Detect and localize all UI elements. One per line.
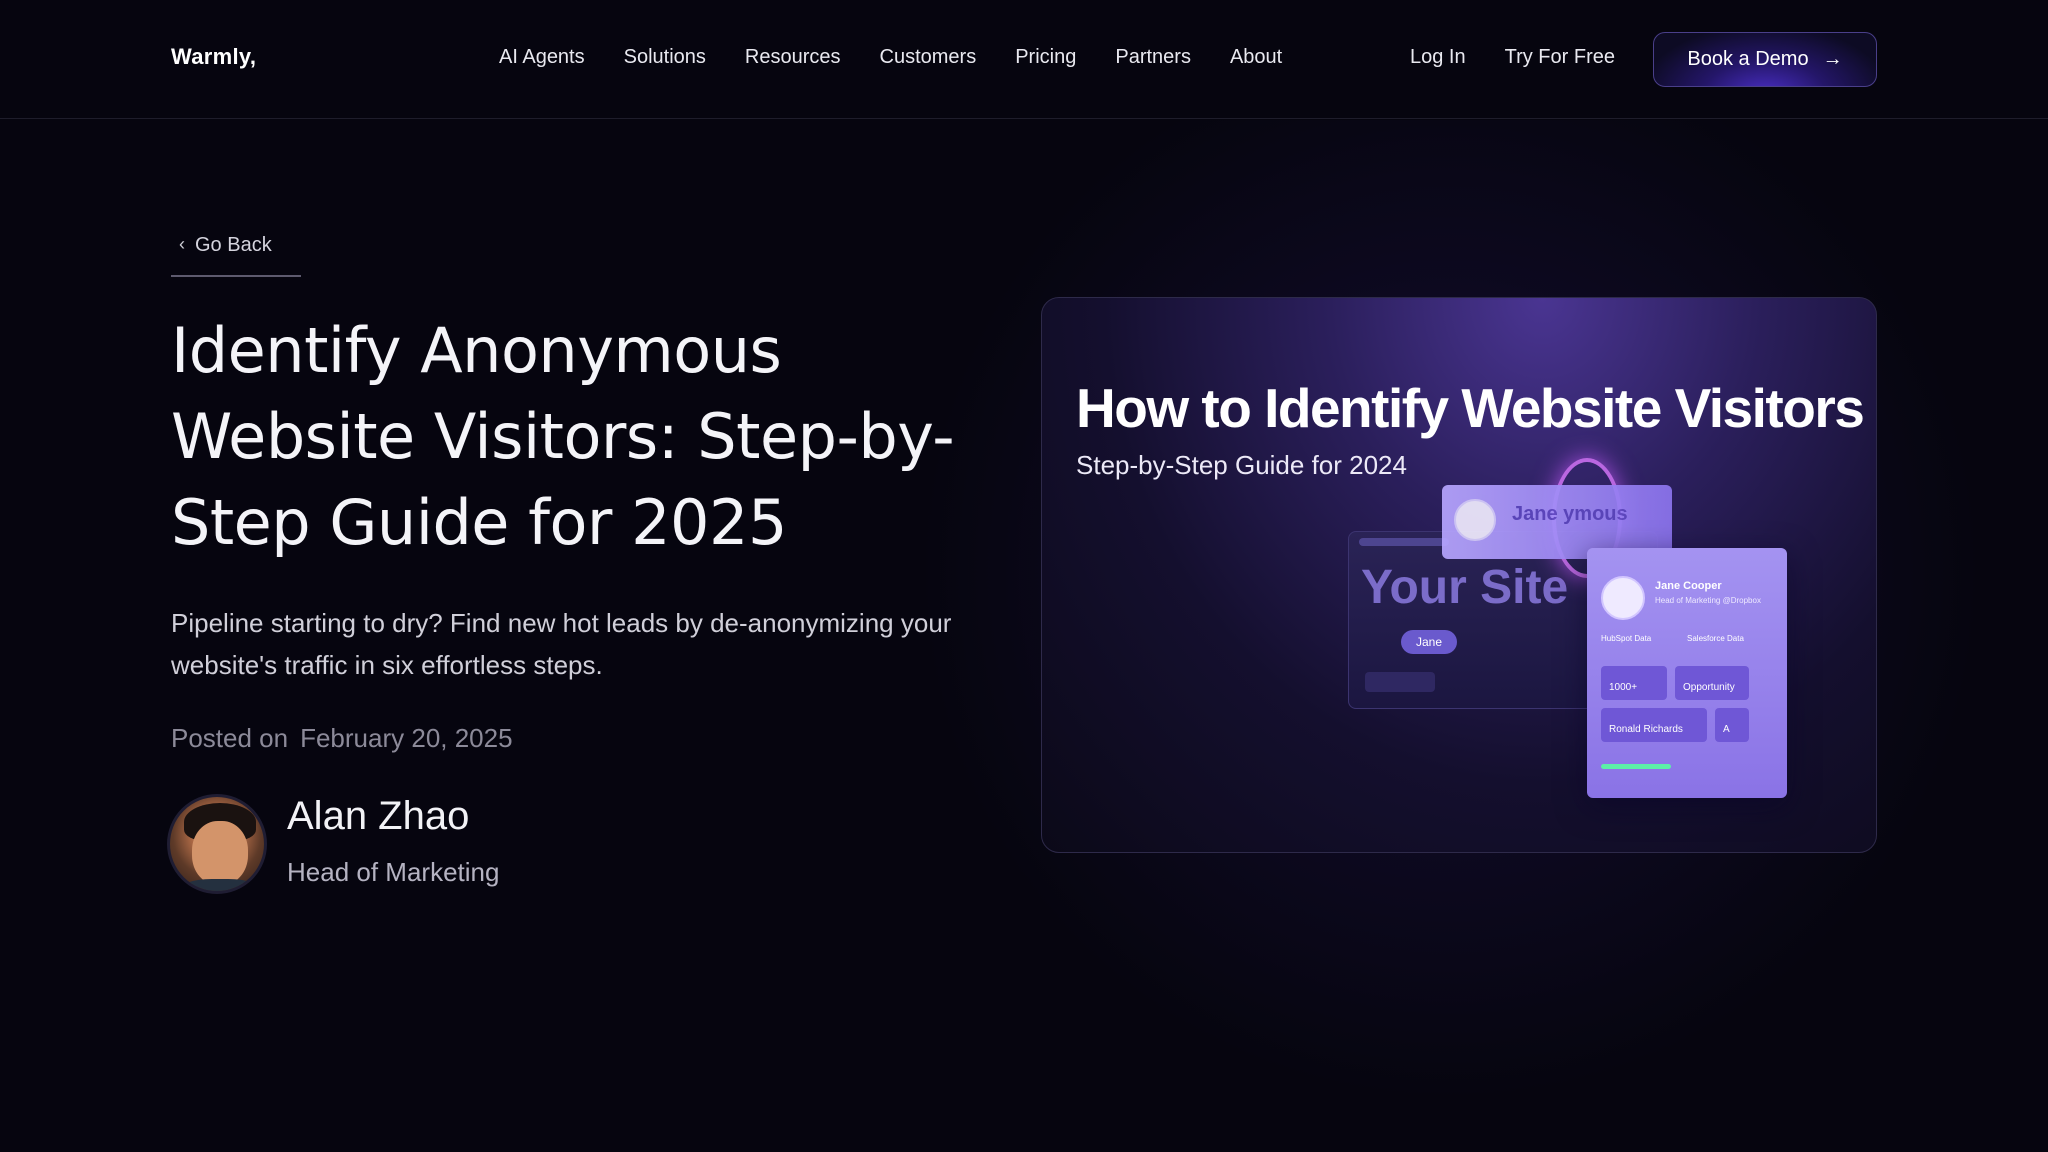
nav-links: AI Agents Solutions Resources Customers … [499,46,1321,69]
author-name: Alan Zhao [287,794,470,838]
your-site-text: Your Site [1361,561,1569,614]
salesforce-label: Salesforce Data [1687,634,1744,643]
warmly-logo[interactable]: Warmly, [171,44,256,70]
profile-name: Jane Cooper [1655,580,1722,592]
visitor-pill: Jane [1401,630,1457,654]
go-back-link[interactable]: ‹ Go Back [171,234,301,277]
book-demo-button[interactable]: Book a Demo → [1653,32,1877,87]
company-size-chip: 1000+ [1601,666,1667,700]
grade-chip: A [1715,708,1749,742]
book-demo-label: Book a Demo [1687,48,1809,70]
author-role: Head of Marketing [287,857,500,887]
nav-link-about[interactable]: About [1230,46,1282,69]
profile-role: Head of Marketing @Dropbox [1655,596,1761,605]
top-navigation: Warmly, AI Agents Solutions Resources Cu… [0,0,2048,119]
visitor-profile-card: Jane Cooper Head of Marketing @Dropbox H… [1587,548,1787,798]
chevron-left-icon: ‹ [179,234,185,254]
hero-image-card: How to Identify Website Visitors Step-by… [1041,297,1877,853]
hubspot-label: HubSpot Data [1601,634,1652,643]
owner-chip: Ronald Richards [1601,708,1707,742]
post-date: Posted on February 20, 2025 [171,723,513,754]
nav-link-partners[interactable]: Partners [1115,46,1191,69]
login-link[interactable]: Log In [1410,46,1466,69]
go-back-label: Go Back [195,234,272,256]
nav-auth-links: Log In Try For Free [1410,46,1654,69]
nav-link-ai-agents[interactable]: AI Agents [499,46,585,69]
nav-link-resources[interactable]: Resources [745,46,841,69]
hero-subtitle: Step-by-Step Guide for 2024 [1076,450,1407,480]
visitor-avatar [1454,499,1496,541]
profile-avatar [1601,576,1645,620]
nav-link-customers[interactable]: Customers [880,46,977,69]
arrow-right-icon: → [1822,48,1843,70]
posted-label: Posted on [171,723,289,753]
try-free-link[interactable]: Try For Free [1505,46,1615,69]
article-subtitle: Pipeline starting to dry? Find new hot l… [171,608,952,680]
nav-link-pricing[interactable]: Pricing [1015,46,1076,69]
nav-link-solutions[interactable]: Solutions [624,46,706,69]
posted-date-value: February 20, 2025 [300,723,513,753]
visitor-popup-name: Jane ymous [1512,503,1628,525]
article-title: Identify Anonymous Website Visitors: Ste… [171,314,955,559]
hero-title: How to Identify Website Visitors [1076,377,1865,439]
lifecycle-chip: Opportunity [1675,666,1749,700]
author-avatar [167,794,267,894]
